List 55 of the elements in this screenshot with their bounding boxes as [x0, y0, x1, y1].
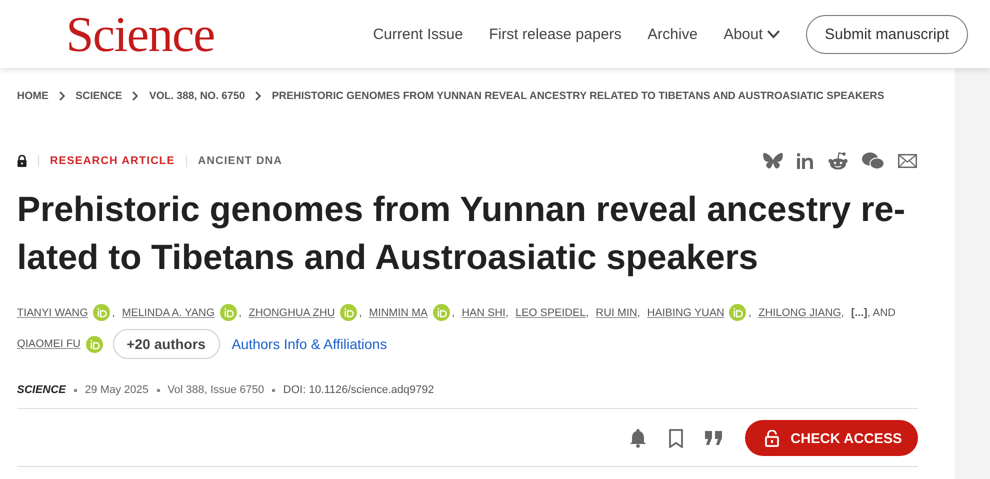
- chevron-right-icon: [254, 91, 262, 101]
- doi-link[interactable]: DOI: 10.1126/science.adq9792: [283, 384, 434, 396]
- nav-link[interactable]: Current Issue: [372, 26, 463, 42]
- author-separator: ,: [112, 306, 116, 318]
- author-link[interactable]: MELINDA A. YANG: [122, 306, 215, 318]
- author-link[interactable]: HAN SHI: [462, 306, 506, 318]
- nav-link[interactable]: Archive: [648, 26, 698, 42]
- nav-link[interactable]: First release papers: [488, 26, 622, 42]
- check-access-button[interactable]: CHECK ACCESS: [744, 420, 918, 456]
- author-separator: ,: [358, 306, 363, 318]
- journal-name: SCIENCE: [17, 384, 66, 396]
- affiliations-link[interactable]: Authors Info & Affiliations: [232, 336, 387, 352]
- breadcrumb-link[interactable]: SCIENCE: [76, 90, 122, 102]
- quote-icon[interactable]: [704, 431, 722, 445]
- nav-link[interactable]: About: [724, 26, 780, 42]
- expand-authors-button[interactable]: [...]: [851, 306, 868, 318]
- article-type-link[interactable]: RESEARCH ARTICLE: [50, 155, 175, 167]
- author-separator: ,: [452, 306, 456, 318]
- publication-date: 29 May 2025: [84, 384, 149, 396]
- chat-bubbles-icon[interactable]: [862, 152, 884, 170]
- lock-icon: [764, 430, 778, 446]
- bookmark-icon[interactable]: [668, 428, 682, 448]
- author-separator: ,: [637, 306, 642, 318]
- topic-link[interactable]: ANCIENT DNA: [198, 155, 282, 167]
- science-logo[interactable]: Science: [66, 5, 214, 63]
- author-link[interactable]: LEO SPEIDEL: [516, 306, 586, 318]
- submit-manuscript-button[interactable]: Submit manuscript: [806, 14, 968, 54]
- bell-icon[interactable]: [628, 428, 646, 448]
- breadcrumb-link[interactable]: VOL. 388, NO. 6750: [149, 90, 245, 102]
- butterfly-icon[interactable]: [763, 152, 783, 170]
- author-link[interactable]: HAIBING YUAN: [647, 306, 724, 318]
- author-link[interactable]: ZHILONG JIANG: [758, 306, 842, 318]
- more-authors-button[interactable]: +20 authors: [112, 329, 220, 359]
- breadcrumb-link[interactable]: PREHISTORIC GENOMES FROM YUNNAN REVEAL ANCESTRY RELATED TO TIBETANS AND AUSTROASIATIC SPEAKERS: [272, 90, 884, 102]
- chevron-down-icon[interactable]: [766, 30, 780, 38]
- author-separator: ,: [238, 306, 243, 318]
- article-title: Prehistoric genomes from Yunnan reveal ancestry re-lated to Tibetans and Austroasiatic speakers: [17, 189, 906, 279]
- volume-issue: Vol 388, Issue 6750: [168, 384, 264, 396]
- reddit-icon[interactable]: [828, 152, 848, 170]
- author-link[interactable]: QIAOMEI FU: [17, 338, 81, 350]
- breadcrumb-link[interactable]: HOME: [17, 90, 48, 102]
- chevron-right-icon: [58, 91, 66, 101]
- author-separator: ,: [748, 306, 752, 318]
- author-separator: ,: [841, 306, 846, 318]
- author-separator: , AND: [867, 306, 897, 318]
- author-link[interactable]: MINMIN MA: [368, 306, 428, 318]
- author-link[interactable]: RUI MIN: [596, 306, 638, 318]
- author-separator: ,: [586, 306, 590, 318]
- lock-icon: [17, 155, 27, 167]
- author-link[interactable]: TIANYI WANG: [17, 306, 88, 318]
- mail-icon[interactable]: [898, 154, 917, 168]
- linkedin-icon[interactable]: [797, 153, 814, 169]
- chevron-right-icon: [132, 91, 140, 101]
- author-separator: ,: [506, 306, 510, 318]
- author-link[interactable]: ZHONGHUA ZHU: [248, 306, 335, 318]
